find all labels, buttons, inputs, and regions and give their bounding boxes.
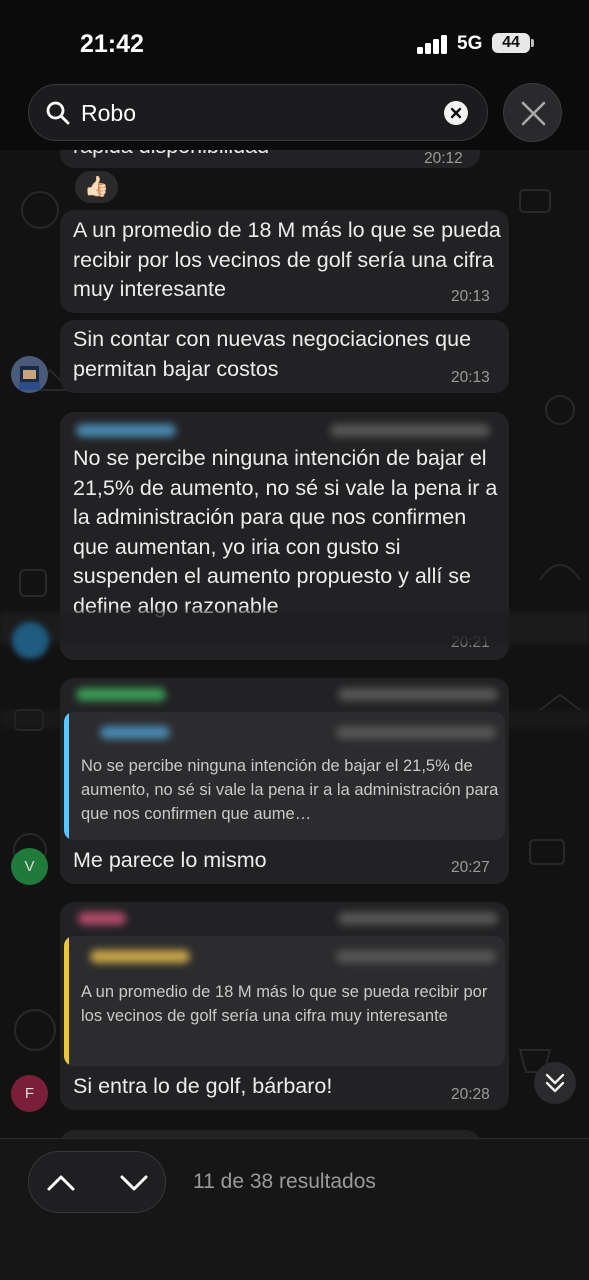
search-results-bar: 11 de 38 resultados [0, 1138, 589, 1280]
sender-name-blurred [78, 912, 126, 925]
message-time: 20:28 [451, 1086, 490, 1103]
chat-area[interactable]: rápida disponibilidad 20:12 👍🏻 A un prom… [0, 150, 589, 1138]
quote-text: A un promedio de 18 M más lo que se pued… [81, 983, 488, 1025]
message-text: Me parece lo mismo [73, 848, 267, 872]
next-result-button[interactable] [98, 1152, 167, 1214]
message-bubble[interactable]: A un promedio de 18 M más lo que se pued… [60, 902, 509, 1110]
avatar-icon [19, 366, 40, 390]
sender-name-blurred [76, 424, 176, 437]
message-text: Si entra lo de golf, bárbaro! [73, 1074, 333, 1098]
message-bubble-partial[interactable] [60, 1130, 480, 1138]
avatar[interactable]: F [11, 1075, 48, 1112]
search-icon [46, 101, 70, 125]
double-chevron-down-icon [545, 1073, 565, 1093]
battery-tip [531, 39, 534, 47]
message-time: 20:13 [451, 369, 490, 386]
avatar[interactable]: V [11, 848, 48, 885]
clear-icon [450, 107, 462, 119]
network-label: 5G [457, 33, 483, 54]
message-text: rápida disponibilidad [73, 150, 269, 162]
quote-author-blurred [90, 950, 190, 963]
results-count: 11 de 38 resultados [193, 1170, 376, 1193]
quoted-message[interactable]: No se percibe ninguna intención de bajar… [64, 712, 505, 840]
status-time: 21:42 [80, 30, 144, 58]
message-time: 20:12 [424, 150, 463, 167]
avatar[interactable] [12, 622, 49, 659]
chevron-up-icon [47, 1175, 75, 1191]
sender-phone-blurred [338, 912, 498, 925]
quoted-message[interactable]: A un promedio de 18 M más lo que se pued… [64, 936, 505, 1066]
message-text: No se percibe ninguna intención de bajar… [73, 446, 498, 618]
scroll-to-bottom-button[interactable] [534, 1062, 576, 1104]
close-search-button[interactable] [503, 83, 562, 142]
quote-accent [64, 936, 69, 1066]
message-text: Sin contar con nuevas negociaciones que … [73, 327, 472, 381]
signal-icon [417, 34, 449, 54]
reaction-badge[interactable]: 👍🏻 [74, 170, 119, 204]
avatar[interactable] [11, 356, 48, 393]
message-time: 20:27 [451, 859, 490, 876]
battery-icon: 44 [492, 33, 530, 53]
search-input[interactable] [81, 97, 431, 129]
quote-author-blurred [100, 726, 170, 739]
message-bubble[interactable]: rápida disponibilidad 20:12 [60, 150, 480, 168]
sender-name-blurred [76, 688, 166, 701]
quote-text: No se percibe ninguna intención de bajar… [81, 757, 499, 823]
quote-phone-blurred [336, 726, 496, 739]
status-bar: 21:42 5G 44 [0, 0, 589, 84]
chevron-down-icon [120, 1175, 148, 1191]
quote-accent [64, 712, 69, 840]
message-text: A un promedio de 18 M más lo que se pued… [73, 218, 501, 301]
previous-result-button[interactable] [29, 1152, 98, 1214]
message-bubble[interactable]: No se percibe ninguna intención de bajar… [60, 678, 509, 884]
clear-search-button[interactable] [444, 101, 468, 125]
scroll-blur-band [0, 612, 589, 644]
search-bar[interactable] [28, 84, 488, 141]
message-bubble[interactable]: A un promedio de 18 M más lo que se pued… [60, 210, 509, 313]
close-icon [521, 101, 546, 126]
quote-phone-blurred [336, 950, 496, 963]
sender-phone-blurred [338, 688, 498, 701]
sender-phone-blurred [330, 424, 490, 437]
result-nav-group [28, 1151, 166, 1213]
message-time: 20:13 [451, 288, 490, 305]
message-bubble[interactable]: Sin contar con nuevas negociaciones que … [60, 320, 509, 393]
